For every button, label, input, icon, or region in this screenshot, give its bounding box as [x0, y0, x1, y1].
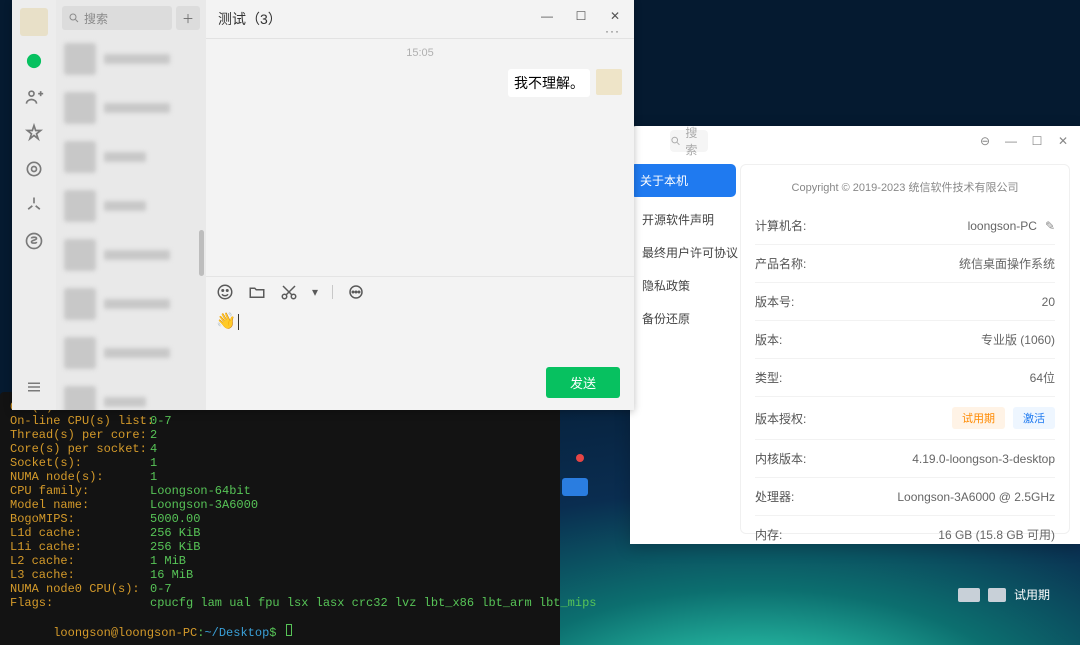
list-item[interactable]	[56, 34, 206, 83]
moments-icon[interactable]	[23, 194, 45, 216]
search-icon	[68, 12, 80, 24]
chat-toolbar: ▾	[206, 277, 634, 307]
partial-button[interactable]	[562, 478, 588, 496]
list-item[interactable]	[56, 279, 206, 328]
folder-icon[interactable]	[248, 283, 266, 301]
terminal-prompt-user: loongson@loongson-PC	[53, 626, 197, 640]
edit-computer-name-icon[interactable]: ✎	[1045, 219, 1055, 233]
terminal-window[interactable]: CPU(s):8On-line CPU(s) list:0-7Thread(s)…	[0, 392, 560, 645]
chat-input[interactable]: 👋	[206, 307, 634, 367]
about-window: 搜索 ⊖ — ☐ ✕ 关于本机 开源软件声明 最终用户许可协议 隐私政策 备份还…	[630, 126, 1080, 544]
status-block	[988, 588, 1006, 602]
search-icon	[670, 135, 681, 147]
wechat-minimize-button[interactable]: —	[534, 6, 560, 26]
trial-badge: 试用期	[952, 407, 1005, 429]
wechat-search-input[interactable]: 搜索	[62, 6, 172, 30]
desktop: CPU(s):8On-line CPU(s) list:0-7Thread(s)…	[0, 0, 1080, 645]
wechat-nav	[12, 0, 56, 410]
sidebar-item-opensource[interactable]: 开源软件声明	[630, 203, 740, 236]
history-icon[interactable]	[347, 283, 365, 301]
wechat-maximize-button[interactable]: ☐	[568, 6, 594, 26]
miniprogram-icon[interactable]	[23, 230, 45, 252]
sidebar-item-privacy[interactable]: 隐私政策	[630, 269, 740, 302]
chat-icon[interactable]	[23, 50, 45, 72]
text-caret	[238, 314, 239, 330]
about-maximize-button[interactable]: ☐	[1030, 134, 1044, 148]
about-search[interactable]: 搜索	[670, 130, 708, 152]
about-window-controls: ⊖ — ☐ ✕	[978, 134, 1070, 148]
wechat-window: 搜索 ＋ 测试（3） — ☐ ✕	[12, 0, 634, 410]
terminal-prompt-path: ~/Desktop	[204, 626, 269, 640]
desktop-statusbar: 试用期	[958, 586, 1050, 603]
sidebar-item-backup[interactable]: 备份还原	[630, 302, 740, 335]
activate-button[interactable]: 激活	[1013, 407, 1055, 429]
avatar[interactable]	[596, 69, 622, 95]
contacts-icon[interactable]	[23, 86, 45, 108]
chat-title: 测试（3）	[218, 9, 282, 29]
list-item[interactable]	[56, 328, 206, 377]
trial-label: 试用期	[1014, 586, 1050, 603]
list-item[interactable]	[56, 230, 206, 279]
sidebar-item-about[interactable]: 关于本机	[630, 164, 736, 197]
new-chat-button[interactable]: ＋	[176, 6, 200, 30]
favorites-icon[interactable]	[23, 122, 45, 144]
about-close-button[interactable]: ✕	[1056, 134, 1070, 148]
message-bubble[interactable]: 我不理解。	[508, 69, 590, 97]
chat-more-icon[interactable]: ···	[605, 24, 620, 38]
message-timestamp: 15:05	[206, 39, 634, 59]
scissors-icon[interactable]	[280, 283, 298, 301]
emoji-icon[interactable]	[216, 283, 234, 301]
about-sidebar: 关于本机 开源软件声明 最终用户许可协议 隐私政策 备份还原	[630, 164, 740, 534]
about-panel: Copyright © 2019-2023 统信软件技术有限公司 计算机名:lo…	[740, 164, 1070, 534]
copyright-text: Copyright © 2019-2023 统信软件技术有限公司	[755, 173, 1055, 207]
wechat-chat-panel: 测试（3） — ☐ ✕ ··· 15:05 我不理解。	[206, 0, 634, 410]
send-button[interactable]: 发送	[546, 367, 620, 398]
wechat-close-button[interactable]: ✕	[602, 6, 628, 26]
list-item[interactable]	[56, 132, 206, 181]
avatar[interactable]	[20, 8, 48, 36]
about-minimize-button[interactable]: —	[1004, 134, 1018, 148]
about-menu-icon[interactable]: ⊖	[978, 134, 992, 148]
list-item[interactable]	[56, 83, 206, 132]
list-scrollbar[interactable]	[199, 230, 204, 276]
message-outgoing: 我不理解。	[508, 69, 622, 97]
chevron-down-icon[interactable]: ▾	[312, 285, 318, 299]
status-block	[958, 588, 980, 602]
files-icon[interactable]	[23, 158, 45, 180]
list-item[interactable]	[56, 377, 206, 410]
list-item[interactable]	[56, 181, 206, 230]
sidebar-item-eula[interactable]: 最终用户许可协议	[630, 236, 740, 269]
wechat-conversation-list: 搜索 ＋	[56, 0, 206, 410]
hamburger-icon[interactable]	[23, 376, 45, 398]
terminal-cursor	[286, 624, 292, 636]
notification-dot	[576, 454, 584, 462]
